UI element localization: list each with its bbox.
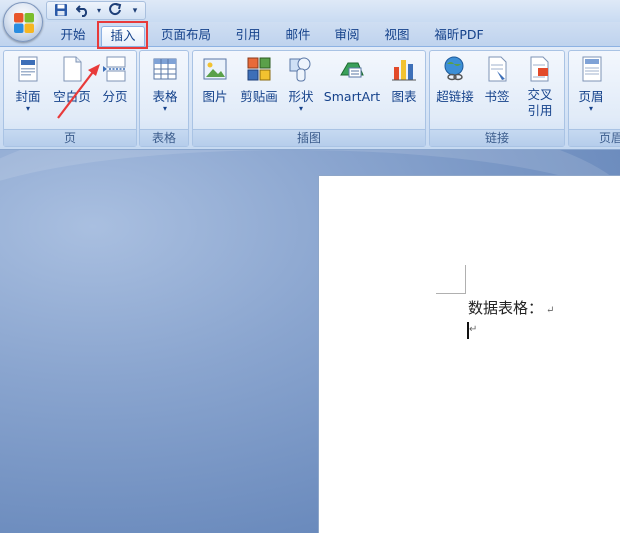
clip-art-button[interactable]: 剪贴画 [235,55,283,105]
annotation-arrow [57,64,100,119]
tab-mailings[interactable]: 邮件 [278,26,318,46]
office-button[interactable] [3,2,43,42]
smartart-icon [338,55,366,83]
smartart-button[interactable]: SmartArt [320,55,384,105]
group-header-footer: 页眉 ▾ 页眉 [568,50,620,147]
cross-reference-label: 交叉 [527,87,553,102]
chevron-down-icon: ▾ [588,104,593,113]
document-text-line[interactable]: 数据表格： ↵ [468,297,554,318]
text-cursor [467,322,469,339]
group-illustrations-label: 插图 [193,129,425,146]
header-icon [577,55,605,83]
tab-foxit-pdf[interactable]: 福昕PDF [427,26,491,46]
tab-review[interactable]: 审阅 [327,26,367,46]
group-tables-label: 表格 [140,129,188,146]
quick-access-toolbar: ▾ ▾ [46,1,146,20]
table-button[interactable]: 表格 ▾ [144,55,186,113]
chevron-down-icon: ▾ [25,104,30,113]
cross-reference-label-line2: 引用 [527,103,553,118]
customize-qat-icon[interactable]: ▾ [127,3,143,19]
hyperlink-icon [441,55,469,83]
cross-reference-icon [526,55,554,83]
header-button[interactable]: 页眉 ▾ [571,55,611,113]
group-links: 超链接 书签 交叉 引用 链接 [429,50,565,147]
insert-tab-highlight-box [97,21,148,49]
tab-home[interactable]: 开始 [53,26,93,46]
picture-label: 图片 [202,89,228,104]
picture-button[interactable]: 图片 [197,55,233,105]
group-header-footer-label: 页眉 [569,129,620,146]
cover-page-icon [14,55,42,83]
shapes-icon [287,55,315,83]
chart-icon [390,55,418,83]
table-icon [151,55,179,83]
tab-page-layout[interactable]: 页面布局 [155,26,217,46]
margin-corner-mark [436,293,466,294]
cover-page-label: 封面 [15,89,41,104]
cross-reference-button[interactable]: 交叉 引用 [518,55,562,119]
paragraph-mark-icon: ↵ [546,305,555,316]
paragraph-mark-icon: ↵ [469,324,478,335]
chart-button[interactable]: 图表 [385,55,423,105]
shapes-button[interactable]: 形状 ▾ [283,55,319,113]
save-icon[interactable] [53,3,69,19]
shapes-label: 形状 [288,89,314,104]
chevron-down-icon: ▾ [162,104,167,113]
undo-dropdown-icon[interactable]: ▾ [91,3,107,19]
chevron-down-icon: ▾ [298,104,303,113]
clip-art-icon [245,55,273,83]
redo-icon[interactable] [107,3,123,19]
table-label: 表格 [152,89,178,104]
picture-icon [201,55,229,83]
smartart-label: SmartArt [323,89,381,104]
hyperlink-button[interactable]: 超链接 [433,55,477,105]
bookmark-label: 书签 [484,89,510,104]
office-logo-icon [14,13,34,33]
document-page[interactable]: 数据表格： ↵ ↵ [318,175,620,533]
title-bar: ▾ ▾ [0,0,620,22]
undo-icon[interactable] [75,3,91,19]
tab-references[interactable]: 引用 [228,26,268,46]
group-illustrations: 图片 剪贴画 形状 ▾ SmartArt 图表 插图 [192,50,426,147]
clip-art-label: 剪贴画 [240,89,278,104]
header-label: 页眉 [578,89,604,104]
hyperlink-label: 超链接 [436,89,474,104]
document-text: 数据表格： [468,299,544,317]
bookmark-icon [483,55,511,83]
cover-page-button[interactable]: 封面 ▾ [8,55,48,113]
ribbon-tabs: 开始 插入 页面布局 引用 邮件 审阅 视图 福昕PDF [0,22,620,46]
chart-label: 图表 [391,89,417,104]
group-tables: 表格 ▾ 表格 [139,50,189,147]
tab-view[interactable]: 视图 [377,26,417,46]
document-workspace: 数据表格： ↵ ↵ [0,150,620,533]
group-pages-label: 页 [4,129,136,146]
bookmark-button[interactable]: 书签 [478,55,516,105]
group-links-label: 链接 [430,129,564,146]
margin-corner-mark-vertical [465,265,466,294]
